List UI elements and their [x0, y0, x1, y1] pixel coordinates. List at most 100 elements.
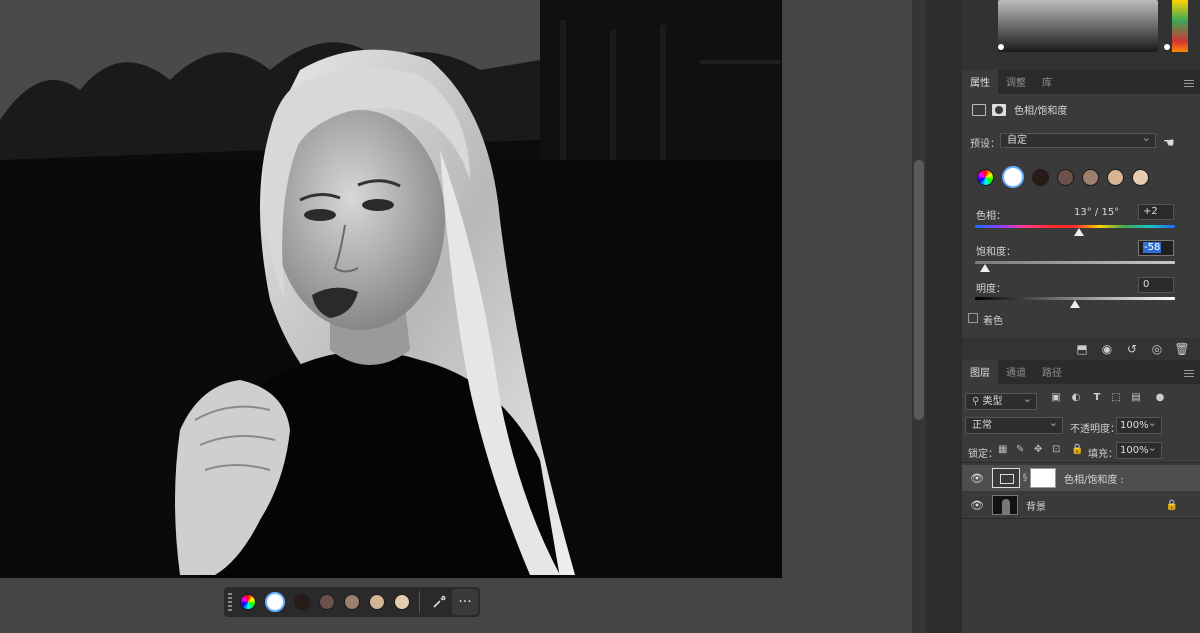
search-icon: ⚲	[972, 396, 983, 407]
lock-brush-icon[interactable]: ✎	[1016, 444, 1024, 455]
lock-artboard-icon[interactable]: ⊡	[1052, 444, 1060, 455]
lightness-value-input[interactable]: 0	[1138, 277, 1174, 293]
lock-transparent-icon[interactable]: ▦	[998, 444, 1007, 455]
eye-icon[interactable]: 👁	[966, 472, 988, 485]
scrollbar-thumb[interactable]	[914, 160, 924, 420]
tab-adjustments[interactable]: 调整	[998, 70, 1034, 94]
layer-name: 背景	[1026, 501, 1046, 513]
preset-label: 预设：	[970, 139, 1000, 150]
lock-all-icon[interactable]: 🔒	[1071, 444, 1083, 455]
hue-value: +2	[1143, 206, 1158, 217]
reset-icon[interactable]: ↺	[1124, 342, 1140, 356]
fill-label: 填充：	[1088, 449, 1118, 460]
targeted-adjustment-hand-icon[interactable]: ☚	[1163, 136, 1175, 151]
photoshop-window: ··· 属性 调整 库 色相/饱和度 预设： 自定 ☚ 色相： 13° / 15…	[0, 0, 1200, 633]
portrait-photo	[0, 0, 782, 578]
divider	[962, 462, 1200, 463]
spectrum-marker[interactable]	[1164, 44, 1170, 50]
blend-mode-dropdown[interactable]: 正常	[965, 415, 1063, 434]
skin-swatch-4[interactable]	[369, 594, 385, 610]
filter-pixel-icon[interactable]: ▣	[1050, 392, 1062, 404]
lock-label: 锁定：	[968, 449, 998, 460]
preset-swatch-row	[977, 166, 1157, 188]
layer-filter-dropdown[interactable]: ⚲ 类型	[965, 391, 1037, 410]
skin-swatch-1[interactable]	[1032, 168, 1049, 186]
view-previous-icon[interactable]: ◉	[1099, 342, 1115, 356]
hue-wheel-swatch[interactable]	[977, 168, 994, 186]
skin-swatch-3[interactable]	[344, 594, 360, 610]
clip-to-layer-icon[interactable]: ⬒	[1074, 342, 1090, 356]
eyedropper-icon[interactable]	[428, 591, 450, 613]
layer-row-background[interactable]: 👁 背景 🔒	[962, 492, 1200, 518]
more-options-button[interactable]: ···	[452, 589, 478, 615]
saturation-slider-thumb[interactable]	[980, 264, 990, 272]
color-spectrum-strip[interactable]	[1172, 0, 1188, 52]
properties-title-row: 色相/饱和度	[972, 102, 1067, 117]
properties-title: 色相/饱和度	[1014, 106, 1068, 117]
document-canvas[interactable]	[0, 0, 782, 578]
tab-properties[interactable]: 属性	[962, 70, 998, 94]
lightness-value: 0	[1143, 279, 1150, 290]
colorize-label: 着色	[983, 316, 1003, 327]
panel-gutter	[926, 0, 962, 633]
tab-paths[interactable]: 路径	[1034, 360, 1070, 384]
saturation-value: -58	[1143, 242, 1162, 253]
saturation-slider-track[interactable]	[975, 261, 1175, 264]
drag-handle-icon[interactable]	[228, 593, 232, 611]
selected-swatch[interactable]	[1002, 166, 1024, 188]
tab-channels[interactable]: 通道	[998, 360, 1034, 384]
saturation-value-input[interactable]: -58	[1138, 240, 1174, 256]
filter-type-icon[interactable]: T	[1091, 392, 1103, 404]
saturation-label: 饱和度：	[976, 247, 1016, 258]
filter-shape-icon[interactable]: ⬚	[1110, 392, 1122, 404]
background-thumbnail[interactable]	[992, 495, 1018, 515]
filter-adjustment-icon[interactable]: ◐	[1070, 392, 1082, 404]
opacity-input[interactable]: 100%	[1116, 415, 1162, 434]
skin-swatch-5[interactable]	[1132, 168, 1149, 186]
opacity-value: 100%	[1120, 420, 1149, 431]
skin-swatch-3[interactable]	[1082, 168, 1099, 186]
preset-dropdown[interactable]: 自定	[1000, 131, 1156, 148]
colorize-checkbox[interactable]	[968, 313, 978, 323]
properties-footer: ⬒ ◉ ↺ ◎ 🗑	[962, 338, 1200, 360]
filter-smartobject-icon[interactable]: ▤	[1130, 392, 1142, 404]
color-picker-field[interactable]	[998, 0, 1158, 52]
layers-panel-tabs: 图层 通道 路径	[962, 360, 1200, 384]
skin-swatch-5[interactable]	[394, 594, 410, 610]
filter-toggle-icon[interactable]: ●	[1154, 392, 1166, 404]
tab-layers[interactable]: 图层	[962, 360, 998, 384]
tab-libraries[interactable]: 库	[1034, 70, 1060, 94]
layer-mask-icon[interactable]	[992, 103, 1006, 116]
selected-swatch[interactable]	[265, 592, 285, 612]
lock-move-icon[interactable]: ✥	[1034, 444, 1042, 455]
skin-swatch-4[interactable]	[1107, 168, 1124, 186]
hue-label: 色相：	[976, 211, 1006, 222]
adjustment-layer-icon[interactable]	[972, 103, 986, 116]
skin-swatch-1[interactable]	[294, 594, 310, 610]
panel-menu-icon[interactable]	[1184, 370, 1194, 378]
skin-swatch-2[interactable]	[319, 594, 335, 610]
mask-thumbnail[interactable]	[1030, 468, 1056, 488]
divider	[962, 518, 1200, 519]
layer-row-hue-saturation[interactable]: 👁 § 色相/饱和度 :	[962, 465, 1200, 491]
fill-value: 100%	[1120, 445, 1149, 456]
visibility-eye-icon[interactable]: ◎	[1149, 342, 1165, 356]
lightness-slider-thumb[interactable]	[1070, 300, 1080, 308]
layer-name: 色相/饱和度 :	[1064, 474, 1124, 486]
preset-value: 自定	[1007, 135, 1027, 146]
adjustment-thumbnail-icon[interactable]	[992, 468, 1020, 488]
color-picker-marker[interactable]	[998, 44, 1004, 50]
hue-slider-thumb[interactable]	[1074, 228, 1084, 236]
lock-icon[interactable]: 🔒	[1166, 500, 1178, 511]
layer-filter-value: 类型	[982, 396, 1003, 407]
fill-input[interactable]: 100%	[1116, 440, 1162, 459]
link-chain-icon[interactable]: §	[1020, 473, 1030, 483]
panel-menu-icon[interactable]	[1184, 80, 1194, 88]
contextual-task-bar: ···	[224, 587, 480, 617]
trash-icon[interactable]: 🗑	[1174, 342, 1190, 356]
canvas-area: ···	[0, 0, 912, 633]
hue-value-input[interactable]: +2	[1138, 204, 1174, 220]
hue-wheel-swatch[interactable]	[240, 594, 256, 610]
eye-icon[interactable]: 👁	[966, 499, 988, 512]
skin-swatch-2[interactable]	[1057, 168, 1074, 186]
